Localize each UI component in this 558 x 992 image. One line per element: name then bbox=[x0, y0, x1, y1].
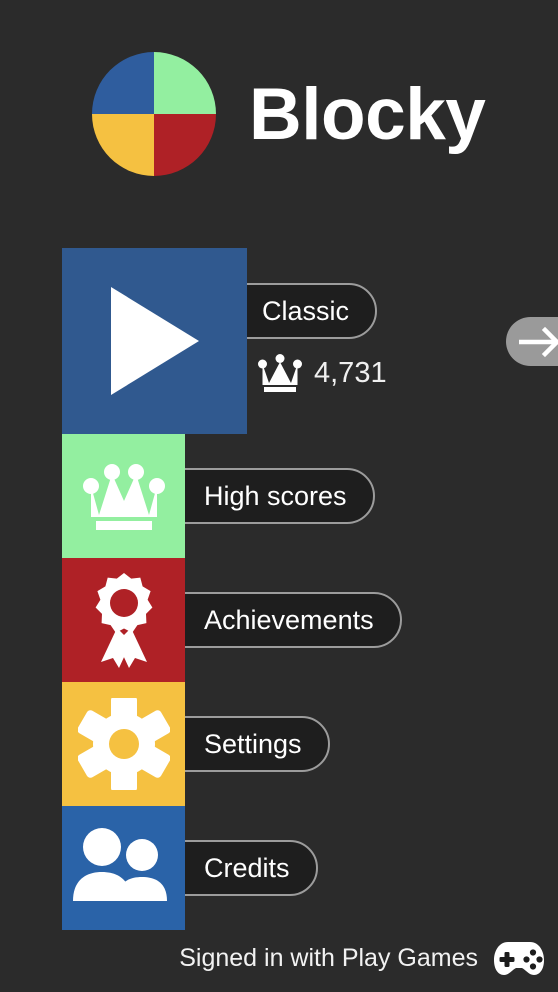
logo-quadrant-bottom-right bbox=[154, 114, 216, 176]
menu-tile-classic[interactable] bbox=[62, 248, 247, 434]
logo-quadrant-top-right bbox=[154, 52, 216, 114]
people-icon bbox=[72, 828, 167, 901]
crown-icon bbox=[258, 354, 302, 392]
app-title: Blocky bbox=[249, 73, 486, 155]
blocky-logo bbox=[92, 52, 216, 176]
gamepad-icon bbox=[494, 942, 544, 975]
menu-row-achievements: Achievements bbox=[0, 558, 558, 682]
menu-label-classic-text: Classic bbox=[262, 295, 350, 326]
play-icon bbox=[110, 287, 199, 395]
main-menu: Classic 4,731 High scores Achievements S… bbox=[0, 248, 558, 930]
menu-tile-high-scores[interactable] bbox=[62, 434, 185, 558]
menu-label-achievements-text: Achievements bbox=[204, 604, 374, 635]
logo-quadrant-bottom-left bbox=[92, 114, 154, 176]
next-mode-button[interactable] bbox=[506, 317, 558, 366]
menu-row-classic: Classic 4,731 bbox=[0, 248, 558, 434]
menu-label-credits-text: Credits bbox=[204, 852, 290, 883]
classic-high-score: 4,731 bbox=[258, 354, 387, 392]
arrow-right-icon bbox=[519, 326, 558, 357]
menu-label-settings-text: Settings bbox=[204, 728, 302, 759]
play-games-status-text: Signed in with Play Games bbox=[179, 943, 478, 972]
crown-icon bbox=[82, 464, 165, 530]
menu-tile-settings[interactable] bbox=[62, 682, 185, 806]
app-header: Blocky bbox=[0, 52, 558, 176]
menu-label-high-scores-text: High scores bbox=[204, 480, 347, 511]
menu-tile-credits[interactable] bbox=[62, 806, 185, 930]
menu-row-credits: Credits bbox=[0, 806, 558, 930]
menu-tile-achievements[interactable] bbox=[62, 558, 185, 682]
play-games-status-bar[interactable]: Signed in with Play Games bbox=[0, 938, 558, 978]
menu-row-high-scores: High scores bbox=[0, 434, 558, 558]
award-rosette-icon bbox=[95, 573, 152, 668]
game-main-menu-screen: Blocky Classic 4,731 High scores Achieve… bbox=[0, 0, 558, 992]
classic-high-score-value: 4,731 bbox=[314, 356, 387, 389]
menu-row-settings: Settings bbox=[0, 682, 558, 806]
gear-icon bbox=[77, 698, 170, 790]
logo-quadrant-top-left bbox=[92, 52, 154, 114]
